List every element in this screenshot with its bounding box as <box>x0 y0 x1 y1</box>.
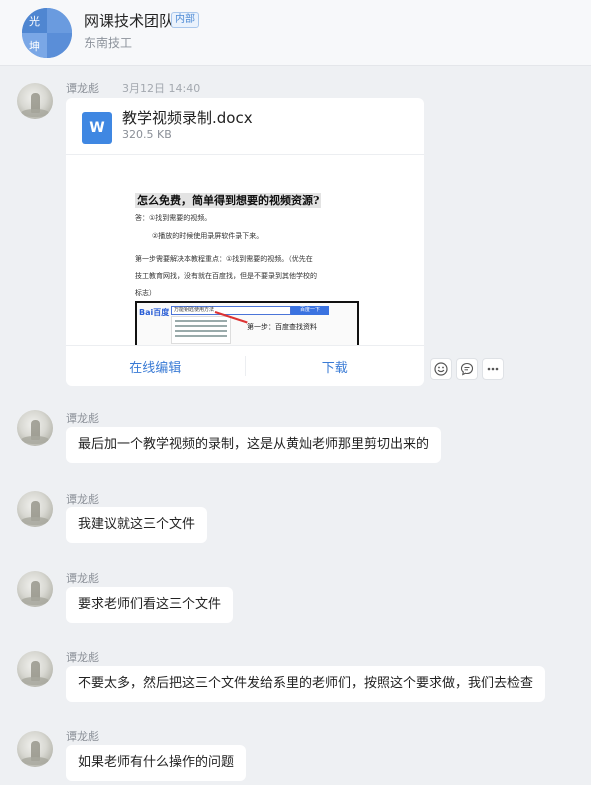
text-message[interactable]: 要求老师们看这三个文件 <box>66 587 234 623</box>
group-avatar-char: 光 <box>22 8 47 33</box>
file-actions: 在线编辑 下载 <box>66 345 424 386</box>
preview-search-box: 万能钥匙使用方法 <box>171 306 291 315</box>
message-toolbar <box>430 358 504 380</box>
group-avatar[interactable]: 光 坤 <box>22 8 72 58</box>
sender-name: 谭龙彪 <box>66 730 99 743</box>
preview-title: 怎么免费，简单得到想要的视频资源? <box>135 193 322 208</box>
sender-name: 谭龙彪 <box>66 572 99 585</box>
document-preview[interactable]: 怎么免费，简单得到想要的视频资源? 答：①找到需要的视频。 ②播放的时候使用录屏… <box>66 155 424 345</box>
sender-name: 谭龙彪 <box>66 651 99 664</box>
file-message-card[interactable]: W 教学视频录制.docx 320.5 KB 怎么免费，简单得到想要的视频资源?… <box>66 98 424 386</box>
file-name[interactable]: 教学视频录制.docx <box>122 107 253 128</box>
group-avatar-tile <box>47 8 72 33</box>
file-size: 320.5 KB <box>122 128 172 141</box>
preview-search-button: 百度一下 <box>291 306 329 315</box>
sender-name: 谭龙彪 <box>66 493 99 506</box>
online-edit-button[interactable]: 在线编辑 <box>66 346 245 386</box>
preview-step-label: 第一步：百度查找资料 <box>247 323 317 331</box>
emoji-icon[interactable] <box>430 358 452 380</box>
sender-name: 谭龙彪 <box>66 412 99 425</box>
reply-icon[interactable] <box>456 358 478 380</box>
preview-line: 答：①找到需要的视频。 <box>135 214 212 222</box>
baidu-logo: Bai百度 <box>139 308 170 317</box>
preview-line: 标志） <box>135 289 156 297</box>
text-message[interactable]: 不要太多，然后把这三个文件发给系里的老师们，按照这个要求做，我们去检查 <box>66 666 546 702</box>
internal-badge: 内部 <box>171 12 199 28</box>
text-message[interactable]: 我建议就这三个文件 <box>66 507 208 543</box>
sender-avatar[interactable] <box>17 410 53 446</box>
sender-avatar[interactable] <box>17 491 53 527</box>
message-timestamp: 3月12日 14:40 <box>122 82 201 95</box>
download-button[interactable]: 下载 <box>246 346 425 386</box>
preview-line: 技工教育网找，没有就在百度找，但是不要录到其他学校的 <box>135 272 317 280</box>
chat-header: 光 坤 网课技术团队 内部 东南技工 <box>0 0 591 66</box>
sender-avatar[interactable] <box>17 731 53 767</box>
sender-avatar[interactable] <box>17 571 53 607</box>
preview-line: ②播放的时候使用录屏软件录下来。 <box>152 232 264 240</box>
text-message[interactable]: 最后加一个教学视频的录制，这是从黄灿老师那里剪切出来的 <box>66 427 442 463</box>
preview-line: 第一步需要解决本教程重点：①找到需要的视频。（优先在 <box>135 255 313 263</box>
group-title[interactable]: 网课技术团队 <box>84 10 174 31</box>
more-icon[interactable] <box>482 358 504 380</box>
word-file-icon: W <box>82 112 112 144</box>
text-message[interactable]: 如果老师有什么操作的问题 <box>66 745 247 781</box>
preview-screenshot: Bai百度 万能钥匙使用方法 百度一下 第一步：百度查找资料 <box>135 301 359 345</box>
group-subtitle: 东南技工 <box>84 36 133 50</box>
sender-name: 谭龙彪 <box>66 82 99 95</box>
sender-avatar[interactable] <box>17 651 53 687</box>
sender-avatar[interactable] <box>17 83 53 119</box>
group-avatar-char: 坤 <box>22 33 47 58</box>
group-avatar-tile <box>47 33 72 58</box>
preview-suggestions <box>171 316 231 344</box>
